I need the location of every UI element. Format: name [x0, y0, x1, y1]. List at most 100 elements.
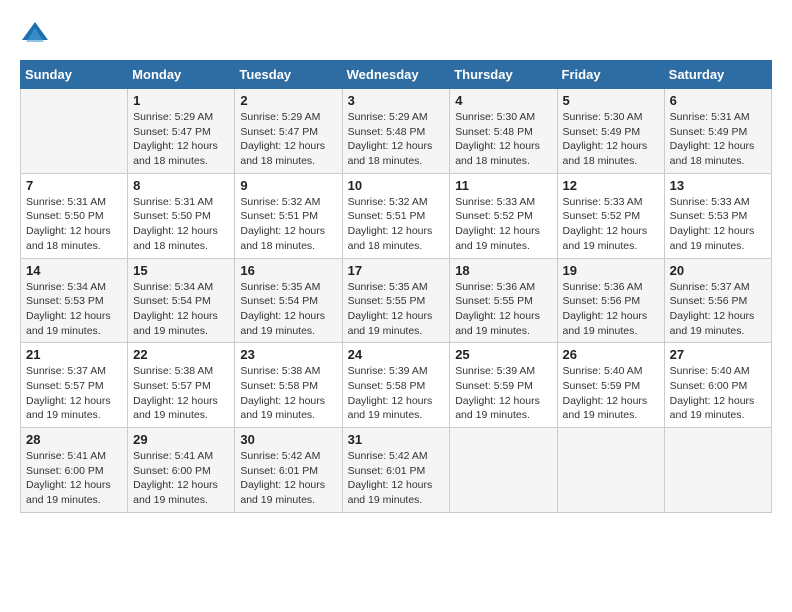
day-info: Sunrise: 5:31 AM Sunset: 5:49 PM Dayligh… [670, 110, 766, 169]
day-info: Sunrise: 5:34 AM Sunset: 5:54 PM Dayligh… [133, 280, 229, 339]
calendar-cell: 21 Sunrise: 5:37 AM Sunset: 5:57 PM Dayli… [21, 343, 128, 428]
day-info: Sunrise: 5:41 AM Sunset: 6:00 PM Dayligh… [133, 449, 229, 508]
day-number: 2 [240, 93, 336, 108]
day-number: 15 [133, 263, 229, 278]
calendar-cell: 29 Sunrise: 5:41 AM Sunset: 6:00 PM Dayli… [128, 428, 235, 513]
calendar-cell: 10 Sunrise: 5:32 AM Sunset: 5:51 PM Dayli… [342, 173, 450, 258]
calendar-cell: 26 Sunrise: 5:40 AM Sunset: 5:59 PM Dayli… [557, 343, 664, 428]
day-info: Sunrise: 5:31 AM Sunset: 5:50 PM Dayligh… [133, 195, 229, 254]
calendar-cell: 7 Sunrise: 5:31 AM Sunset: 5:50 PM Daylig… [21, 173, 128, 258]
day-number: 5 [563, 93, 659, 108]
day-number: 26 [563, 347, 659, 362]
header-row: SundayMondayTuesdayWednesdayThursdayFrid… [21, 61, 772, 89]
day-info: Sunrise: 5:30 AM Sunset: 5:48 PM Dayligh… [455, 110, 551, 169]
day-number: 9 [240, 178, 336, 193]
day-number: 25 [455, 347, 551, 362]
calendar-cell: 25 Sunrise: 5:39 AM Sunset: 5:59 PM Dayli… [450, 343, 557, 428]
day-info: Sunrise: 5:42 AM Sunset: 6:01 PM Dayligh… [240, 449, 336, 508]
calendar-cell: 12Sunrise: 5:33 AM Sunset: 5:52 PM Dayli… [557, 173, 664, 258]
calendar-cell: 5 Sunrise: 5:30 AM Sunset: 5:49 PM Daylig… [557, 89, 664, 174]
calendar-cell: 22 Sunrise: 5:38 AM Sunset: 5:57 PM Dayli… [128, 343, 235, 428]
day-info: Sunrise: 5:35 AM Sunset: 5:55 PM Dayligh… [348, 280, 445, 339]
day-number: 31 [348, 432, 445, 447]
day-info: Sunrise: 5:29 AM Sunset: 5:48 PM Dayligh… [348, 110, 445, 169]
calendar-cell: 8 Sunrise: 5:31 AM Sunset: 5:50 PM Daylig… [128, 173, 235, 258]
day-number: 29 [133, 432, 229, 447]
calendar-cell: 3 Sunrise: 5:29 AM Sunset: 5:48 PM Daylig… [342, 89, 450, 174]
day-number: 13 [670, 178, 766, 193]
day-info: Sunrise: 5:37 AM Sunset: 5:57 PM Dayligh… [26, 364, 122, 423]
day-info: Sunrise: 5:30 AM Sunset: 5:49 PM Dayligh… [563, 110, 659, 169]
calendar-cell: 11 Sunrise: 5:33 AM Sunset: 5:52 PM Dayli… [450, 173, 557, 258]
calendar-cell: 30 Sunrise: 5:42 AM Sunset: 6:01 PM Dayli… [235, 428, 342, 513]
calendar-cell: 28 Sunrise: 5:41 AM Sunset: 6:00 PM Dayli… [21, 428, 128, 513]
day-info: Sunrise: 5:40 AM Sunset: 6:00 PM Dayligh… [670, 364, 766, 423]
day-info: Sunrise: 5:38 AM Sunset: 5:57 PM Dayligh… [133, 364, 229, 423]
calendar-cell: 13 Sunrise: 5:33 AM Sunset: 5:53 PM Dayli… [664, 173, 771, 258]
day-info: Sunrise: 5:38 AM Sunset: 5:58 PM Dayligh… [240, 364, 336, 423]
day-number: 27 [670, 347, 766, 362]
day-info: Sunrise: 5:33 AM Sunset: 5:52 PM Dayligh… [455, 195, 551, 254]
calendar-cell: 4 Sunrise: 5:30 AM Sunset: 5:48 PM Daylig… [450, 89, 557, 174]
day-info: Sunrise: 5:42 AM Sunset: 6:01 PM Dayligh… [348, 449, 445, 508]
day-number: 11 [455, 178, 551, 193]
calendar-cell [21, 89, 128, 174]
day-info: Sunrise: 5:32 AM Sunset: 5:51 PM Dayligh… [240, 195, 336, 254]
calendar-cell: 14Sunrise: 5:34 AM Sunset: 5:53 PM Dayli… [21, 258, 128, 343]
calendar-cell [450, 428, 557, 513]
page-header [20, 20, 772, 50]
week-row-1: 1Sunrise: 5:29 AM Sunset: 5:47 PM Daylig… [21, 89, 772, 174]
calendar-cell: 1Sunrise: 5:29 AM Sunset: 5:47 PM Daylig… [128, 89, 235, 174]
day-number: 6 [670, 93, 766, 108]
day-info: Sunrise: 5:37 AM Sunset: 5:56 PM Dayligh… [670, 280, 766, 339]
day-info: Sunrise: 5:34 AM Sunset: 5:53 PM Dayligh… [26, 280, 122, 339]
calendar-cell: 2Sunrise: 5:29 AM Sunset: 5:47 PM Daylig… [235, 89, 342, 174]
calendar-cell: 16 Sunrise: 5:35 AM Sunset: 5:54 PM Dayli… [235, 258, 342, 343]
calendar-cell: 31 Sunrise: 5:42 AM Sunset: 6:01 PM Dayli… [342, 428, 450, 513]
day-info: Sunrise: 5:41 AM Sunset: 6:00 PM Dayligh… [26, 449, 122, 508]
calendar-cell [664, 428, 771, 513]
day-number: 22 [133, 347, 229, 362]
calendar-cell: 23 Sunrise: 5:38 AM Sunset: 5:58 PM Dayli… [235, 343, 342, 428]
day-info: Sunrise: 5:31 AM Sunset: 5:50 PM Dayligh… [26, 195, 122, 254]
header-day-saturday: Saturday [664, 61, 771, 89]
day-number: 19 [563, 263, 659, 278]
calendar-cell: 15 Sunrise: 5:34 AM Sunset: 5:54 PM Dayli… [128, 258, 235, 343]
logo-icon [20, 20, 50, 50]
day-info: Sunrise: 5:36 AM Sunset: 5:55 PM Dayligh… [455, 280, 551, 339]
day-number: 28 [26, 432, 122, 447]
day-number: 18 [455, 263, 551, 278]
calendar-cell: 9 Sunrise: 5:32 AM Sunset: 5:51 PM Daylig… [235, 173, 342, 258]
day-number: 30 [240, 432, 336, 447]
day-number: 12 [563, 178, 659, 193]
week-row-3: 14Sunrise: 5:34 AM Sunset: 5:53 PM Dayli… [21, 258, 772, 343]
header-day-tuesday: Tuesday [235, 61, 342, 89]
logo [20, 20, 54, 50]
day-info: Sunrise: 5:39 AM Sunset: 5:59 PM Dayligh… [455, 364, 551, 423]
day-number: 21 [26, 347, 122, 362]
calendar-cell: 24 Sunrise: 5:39 AM Sunset: 5:58 PM Dayli… [342, 343, 450, 428]
day-info: Sunrise: 5:33 AM Sunset: 5:53 PM Dayligh… [670, 195, 766, 254]
day-number: 16 [240, 263, 336, 278]
day-number: 3 [348, 93, 445, 108]
day-number: 20 [670, 263, 766, 278]
header-day-thursday: Thursday [450, 61, 557, 89]
day-number: 4 [455, 93, 551, 108]
day-info: Sunrise: 5:36 AM Sunset: 5:56 PM Dayligh… [563, 280, 659, 339]
header-day-friday: Friday [557, 61, 664, 89]
calendar-cell: 17Sunrise: 5:35 AM Sunset: 5:55 PM Dayli… [342, 258, 450, 343]
calendar-cell: 18 Sunrise: 5:36 AM Sunset: 5:55 PM Dayli… [450, 258, 557, 343]
day-number: 10 [348, 178, 445, 193]
calendar-table: SundayMondayTuesdayWednesdayThursdayFrid… [20, 60, 772, 513]
day-info: Sunrise: 5:40 AM Sunset: 5:59 PM Dayligh… [563, 364, 659, 423]
day-info: Sunrise: 5:39 AM Sunset: 5:58 PM Dayligh… [348, 364, 445, 423]
day-info: Sunrise: 5:35 AM Sunset: 5:54 PM Dayligh… [240, 280, 336, 339]
day-number: 24 [348, 347, 445, 362]
week-row-2: 7 Sunrise: 5:31 AM Sunset: 5:50 PM Daylig… [21, 173, 772, 258]
day-number: 8 [133, 178, 229, 193]
day-number: 7 [26, 178, 122, 193]
day-number: 23 [240, 347, 336, 362]
day-info: Sunrise: 5:32 AM Sunset: 5:51 PM Dayligh… [348, 195, 445, 254]
calendar-cell: 19 Sunrise: 5:36 AM Sunset: 5:56 PM Dayli… [557, 258, 664, 343]
header-day-wednesday: Wednesday [342, 61, 450, 89]
